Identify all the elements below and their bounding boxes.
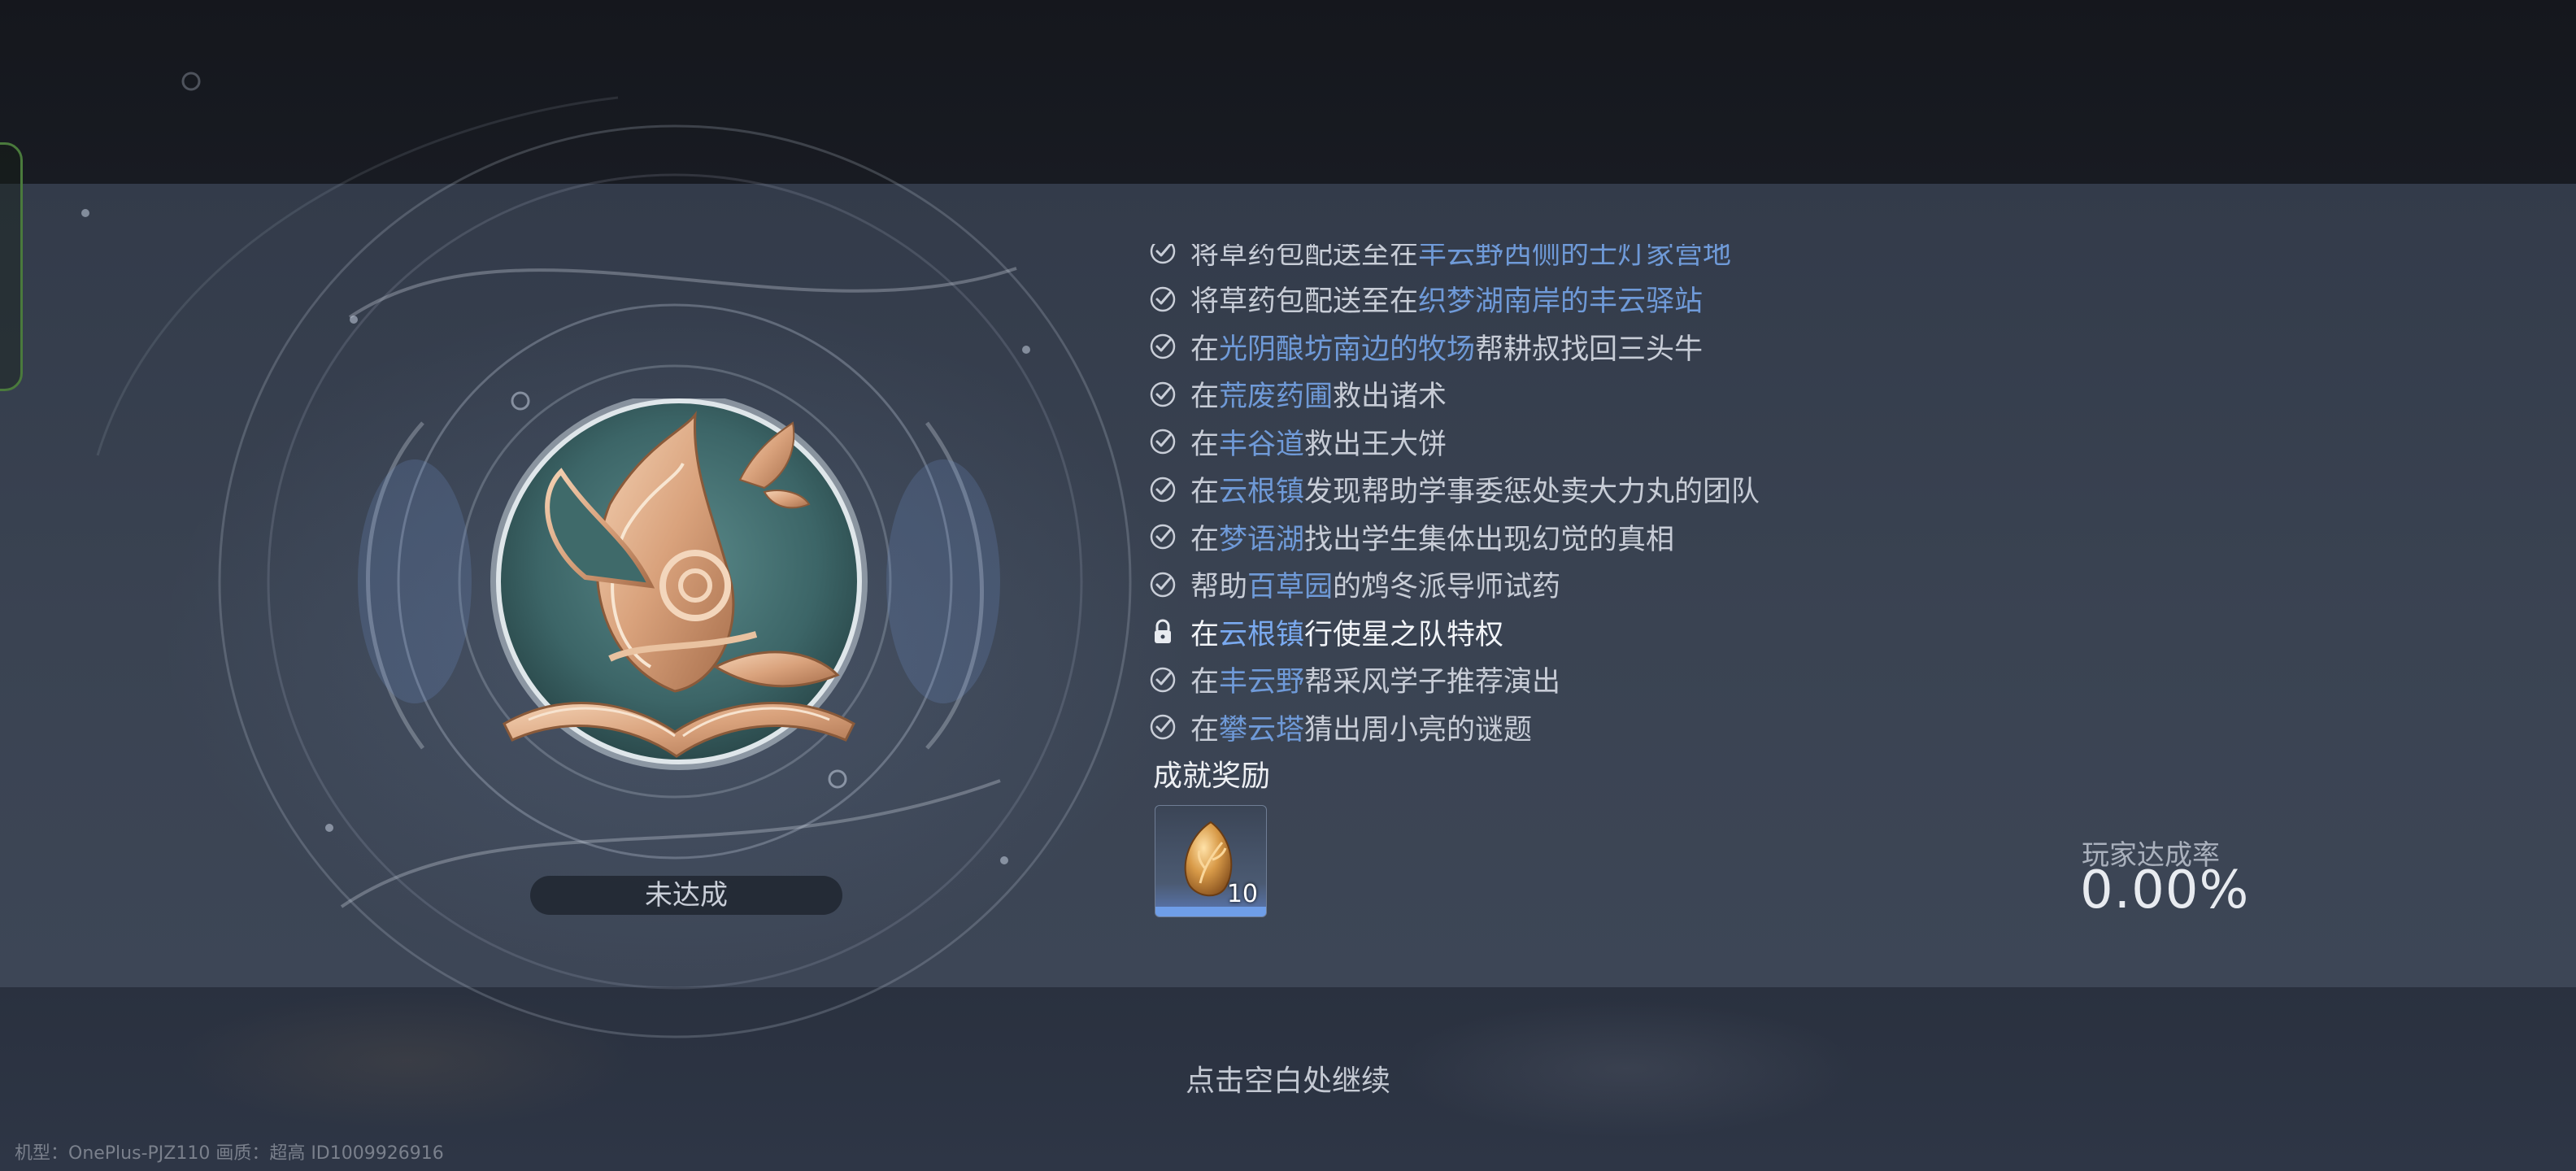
task-text: 在	[1190, 333, 1220, 366]
task-text: 救出王大饼	[1304, 428, 1447, 461]
task-location-highlight: 云根镇	[1219, 476, 1305, 509]
task-location-highlight: 百草园	[1247, 571, 1334, 604]
checkmark-icon	[1147, 244, 1179, 268]
task-location-highlight: 攀云塔	[1219, 713, 1305, 747]
device-info: 机型：OnePlus-PJZ110 画质：超高 ID1009926916	[15, 1143, 444, 1164]
task-item: 将草药包配送至在 织梦湖南岸的丰云驿站	[1147, 276, 2204, 324]
task-location-highlight: 梦语湖	[1219, 523, 1305, 556]
task-text: 行使星之队特权	[1304, 618, 1504, 651]
task-text: 在	[1190, 381, 1220, 414]
checkmark-icon	[1147, 473, 1179, 506]
task-location-highlight: 光阴酿坊南边的牧场	[1219, 333, 1476, 366]
task-text: 发现帮助学事委惩处卖大力丸的团队	[1304, 476, 1760, 509]
lock-icon	[1147, 616, 1179, 648]
top-blank-area[interactable]	[0, 0, 2576, 184]
task-location-highlight: 丰谷道	[1219, 428, 1305, 461]
checkmark-icon	[1147, 425, 1179, 458]
achievement-emblem	[488, 393, 870, 781]
task-text: 在	[1190, 476, 1220, 509]
task-item: 在梦语湖 找出学生集体出现幻觉的真相	[1147, 513, 2204, 561]
task-text: 将草药包配送至在	[1190, 244, 1419, 271]
task-item: 将草药包配送至在 丰云野西侧的士灯家营地	[1147, 244, 2204, 276]
task-location-highlight: 荒废药圃	[1219, 381, 1334, 414]
task-text: 猜出周小亮的谜题	[1304, 713, 1533, 747]
reward-item-card[interactable]: 10	[1155, 805, 1267, 917]
task-text: 在	[1190, 523, 1220, 556]
completion-rate-value: 0.00%	[2080, 860, 2250, 921]
task-location-highlight: 云根镇	[1219, 618, 1305, 651]
task-text: 在	[1190, 666, 1220, 699]
task-location-highlight: 丰云野	[1219, 666, 1305, 699]
task-text: 帮耕叔找回三头牛	[1475, 333, 1704, 366]
task-item: 在丰谷道 救出王大饼	[1147, 418, 2204, 466]
checkmark-icon	[1147, 330, 1179, 363]
task-item: 帮助 百草园 的鸩冬派导师试药	[1147, 561, 2204, 609]
task-item: 在荒废药圃 救出诸术	[1147, 371, 2204, 419]
task-text: 帮采风学子推荐演出	[1304, 666, 1561, 699]
butterfly-book-emblem-icon	[490, 393, 868, 770]
task-item: 在云根镇 发现帮助学事委惩处卖大力丸的团队	[1147, 466, 2204, 514]
achievement-screen[interactable]: 未达成 将草药包配送至在 丰云野西侧的士灯家营地 将草药包配送至在 织梦湖南岸的丰云驿…	[0, 0, 2576, 1171]
continue-hint[interactable]: 点击空白处继续	[0, 1057, 2576, 1099]
checkmark-icon	[1147, 568, 1179, 601]
checkmark-icon	[1147, 711, 1179, 743]
task-text: 找出学生集体出现幻觉的真相	[1304, 523, 1675, 556]
task-text: 在	[1190, 713, 1220, 747]
task-item: 在云根镇 行使星之队特权	[1147, 608, 2204, 656]
checkmark-icon	[1147, 378, 1179, 411]
achievement-status-badge: 未达成	[530, 876, 842, 915]
task-location-highlight: 丰云野西侧的士灯家营地	[1418, 244, 1732, 271]
task-location-highlight: 织梦湖南岸的丰云驿站	[1418, 285, 1704, 319]
achievement-task-list[interactable]: 将草药包配送至在 丰云野西侧的士灯家营地 将草药包配送至在 织梦湖南岸的丰云驿站在光阴…	[1147, 244, 2204, 758]
checkmark-icon	[1147, 520, 1179, 553]
task-item: 在光阴酿坊南边的牧场 帮耕叔找回三头牛	[1147, 323, 2204, 371]
task-text: 帮助	[1190, 571, 1248, 604]
checkmark-icon	[1147, 283, 1179, 316]
task-text: 在	[1190, 618, 1220, 651]
checkmark-icon	[1147, 664, 1179, 696]
task-item: 在攀云塔 猜出周小亮的谜题	[1147, 703, 2204, 751]
task-text: 在	[1190, 428, 1220, 461]
reward-title: 成就奖励	[1153, 760, 1271, 793]
task-text: 的鸩冬派导师试药	[1333, 571, 1561, 604]
reward-quantity: 10	[1226, 880, 1258, 908]
task-text: 将草药包配送至在	[1190, 285, 1419, 319]
task-item: 在丰云野 帮采风学子推荐演出	[1147, 656, 2204, 704]
left-edge-frame	[0, 142, 23, 391]
task-text: 救出诸术	[1333, 381, 1447, 414]
